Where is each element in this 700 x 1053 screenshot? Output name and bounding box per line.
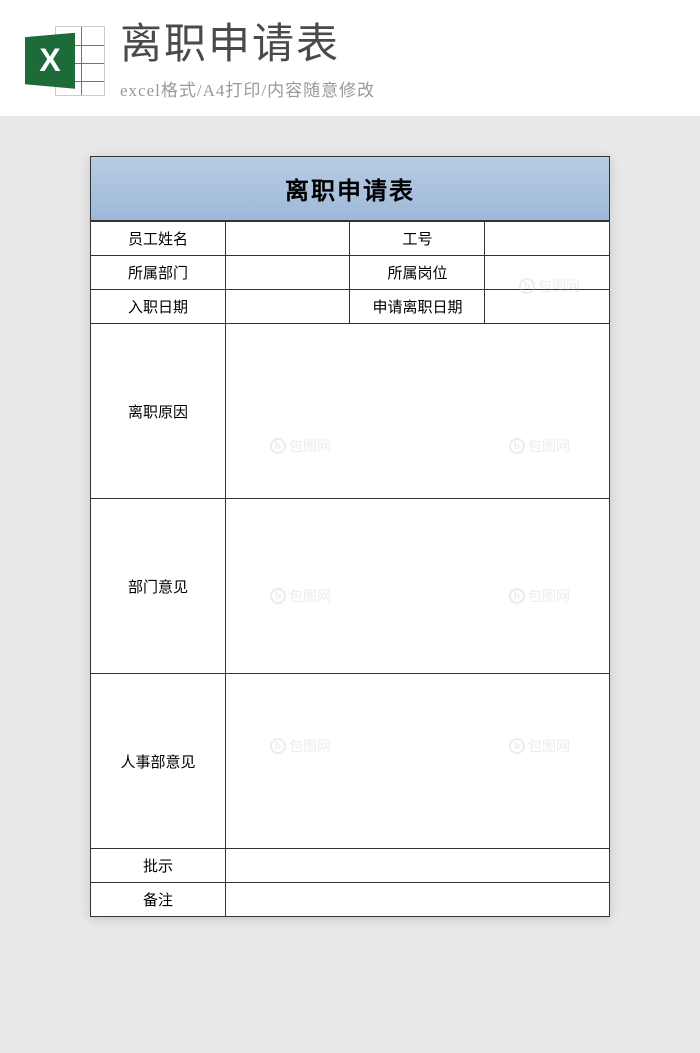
- hire-date-value: [225, 290, 350, 324]
- dept-opinion-label: 部门意见: [91, 499, 226, 674]
- position-label: 所属岗位: [350, 256, 485, 290]
- hr-opinion-label: 人事部意见: [91, 674, 226, 849]
- employee-name-label: 员工姓名: [91, 222, 226, 256]
- table-row: 部门意见: [91, 499, 610, 674]
- department-value: [225, 256, 350, 290]
- reason-value: [225, 324, 609, 499]
- department-label: 所属部门: [91, 256, 226, 290]
- dept-opinion-value: [225, 499, 609, 674]
- header-subtitle: excel格式/A4打印/内容随意修改: [120, 76, 675, 101]
- employee-id-label: 工号: [350, 222, 485, 256]
- resignation-form: 离职申请表 员工姓名 工号 所属部门 所属岗位 入职日期 申请离职日期: [90, 156, 610, 917]
- employee-id-value: [485, 222, 610, 256]
- document-wrapper: 离职申请表 员工姓名 工号 所属部门 所属岗位 入职日期 申请离职日期: [0, 116, 700, 957]
- excel-x-letter: X: [25, 33, 75, 89]
- table-row: 批示: [91, 849, 610, 883]
- reason-label: 离职原因: [91, 324, 226, 499]
- approval-value: [225, 849, 609, 883]
- approval-label: 批示: [91, 849, 226, 883]
- position-value: [485, 256, 610, 290]
- form-table: 员工姓名 工号 所属部门 所属岗位 入职日期 申请离职日期 离职原因: [90, 221, 610, 917]
- header-text-block: 离职申请表 excel格式/A4打印/内容随意修改: [120, 20, 675, 101]
- resign-date-value: [485, 290, 610, 324]
- header-title: 离职申请表: [120, 20, 675, 70]
- table-row: 所属部门 所属岗位: [91, 256, 610, 290]
- table-row: 离职原因: [91, 324, 610, 499]
- table-row: 备注: [91, 883, 610, 917]
- table-row: 入职日期 申请离职日期: [91, 290, 610, 324]
- page-header: X 离职申请表 excel格式/A4打印/内容随意修改: [0, 0, 700, 116]
- remarks-value: [225, 883, 609, 917]
- form-title-bar: 离职申请表: [90, 156, 610, 221]
- table-row: 人事部意见: [91, 674, 610, 849]
- table-row: 员工姓名 工号: [91, 222, 610, 256]
- hr-opinion-value: [225, 674, 609, 849]
- hire-date-label: 入职日期: [91, 290, 226, 324]
- employee-name-value: [225, 222, 350, 256]
- excel-icon: X: [25, 21, 105, 101]
- resign-date-label: 申请离职日期: [350, 290, 485, 324]
- remarks-label: 备注: [91, 883, 226, 917]
- form-title: 离职申请表: [91, 171, 609, 206]
